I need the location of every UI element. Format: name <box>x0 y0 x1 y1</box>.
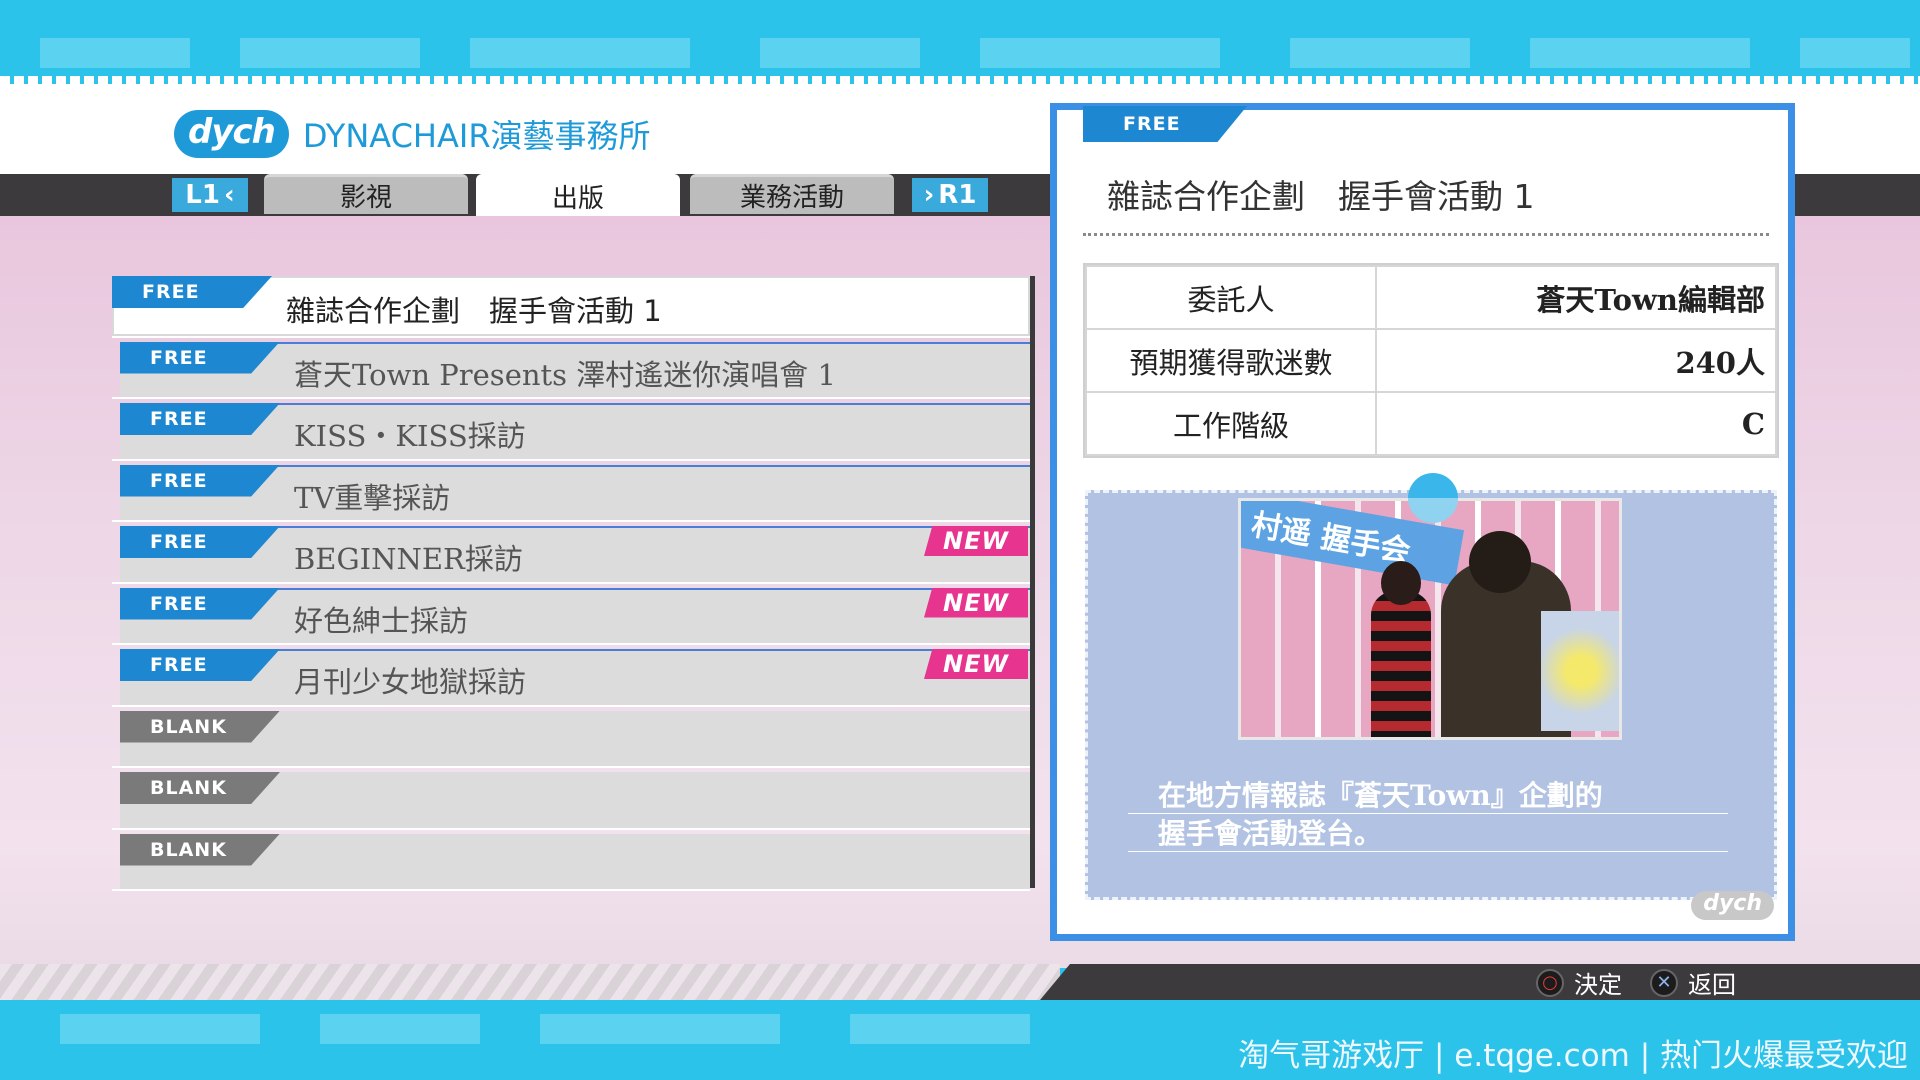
info-row-client: 委託人 蒼天Town編輯部 <box>1085 265 1777 330</box>
dych-logo: dych <box>174 110 289 158</box>
band-block <box>40 38 190 68</box>
row-top-line <box>242 711 1030 713</box>
cross-button-icon: ✕ <box>1650 968 1678 997</box>
band-block <box>760 38 920 68</box>
band-block <box>1530 38 1750 68</box>
row-top-line <box>242 403 1030 405</box>
job-list-item[interactable]: FREE TV重擊採訪 <box>112 461 1030 522</box>
job-list-item[interactable]: FREE KISS・KISS採訪 <box>112 399 1030 461</box>
row-top-line <box>242 341 1030 344</box>
new-tag: NEW <box>924 526 1028 556</box>
top-dashed-stripe <box>0 76 1920 84</box>
band-block <box>540 1014 780 1044</box>
text-rule <box>1128 851 1728 852</box>
pin-icon <box>1408 473 1458 523</box>
tab-label: 業務活動 <box>739 183 844 213</box>
description-text: 在地方情報誌『蒼天Town』企劃的 握手會活動登台。 <box>1158 777 1603 853</box>
job-list-item[interactable]: FREE BEGINNER採訪 NEW <box>112 522 1030 584</box>
job-list-item[interactable]: FREE 蒼天Town Presents 澤村遙迷你演唱會 1 <box>112 338 1030 399</box>
row-top-line <box>242 772 1030 774</box>
band-block <box>1290 38 1470 68</box>
tab-label: 出版 <box>551 184 604 214</box>
info-key: 預期獲得歌迷數 <box>1085 328 1377 393</box>
row-top-line <box>242 834 1030 836</box>
description-box: 村遥 握手会 在地方情報誌『蒼天Town』企劃的 握手會活動登台。 <box>1085 473 1777 900</box>
info-row-rank: 工作階級 C <box>1085 391 1777 456</box>
watermark: 淘气哥游戏厅 | e.tqge.com | 热门火爆最受欢迎 <box>1238 1038 1908 1074</box>
job-list-item[interactable]: FREE 好色紳士採訪 NEW <box>112 584 1030 645</box>
band-block <box>60 1014 260 1044</box>
band-block <box>470 38 690 68</box>
photo-idol-figure <box>1371 591 1431 737</box>
band-block <box>980 38 1220 68</box>
job-photo: 村遥 握手会 <box>1238 498 1622 740</box>
band-block <box>320 1014 480 1044</box>
row-top-line <box>242 649 1030 651</box>
tab-label: 影視 <box>339 183 392 213</box>
r1-button[interactable]: › R1 <box>912 178 988 212</box>
row-top-line <box>242 464 1030 467</box>
company-name: DYNACHAIR演藝事務所 <box>302 117 651 155</box>
chevron-left-icon: ‹ <box>223 180 235 210</box>
detail-title: 雜誌合作企劃 握手會活動 1 <box>1107 177 1535 216</box>
job-slot-blank[interactable]: BLANK <box>112 830 1030 891</box>
tab-publishing[interactable]: 出版 <box>476 174 680 216</box>
band-block <box>1800 38 1910 68</box>
band-block <box>850 1014 1030 1044</box>
photo-flowers <box>1541 611 1619 731</box>
job-title: 蒼天Town Presents 澤村遙迷你演唱會 1 <box>294 357 836 392</box>
circle-button-icon: ○ <box>1536 968 1564 997</box>
info-value: 蒼天Town編輯部 <box>1375 265 1777 330</box>
info-key: 委託人 <box>1085 265 1377 330</box>
photo-idol-head <box>1381 561 1421 605</box>
row-top-line <box>242 587 1030 590</box>
tab-business[interactable]: 業務活動 <box>690 174 894 214</box>
info-row-fans: 預期獲得歌迷數 240人 <box>1085 328 1777 393</box>
job-title: TV重擊採訪 <box>294 480 451 515</box>
description-line: 在地方情報誌『蒼天Town』企劃的 <box>1158 779 1603 812</box>
button-prompts: ○ 決定 ✕ 返回 <box>1536 965 1754 1000</box>
dych-corner-logo: dych <box>1691 891 1774 920</box>
info-table: 委託人 蒼天Town編輯部 預期獲得歌迷數 240人 工作階級 C <box>1085 265 1777 456</box>
job-list: FREE 雜誌合作企劃 握手會活動 1 FREE 蒼天Town Presents 澤村… <box>112 276 1030 891</box>
info-key: 工作階級 <box>1085 391 1377 456</box>
list-scrollbar[interactable] <box>1030 276 1035 888</box>
dotted-divider <box>1083 233 1769 236</box>
l1-button[interactable]: L1 ‹ <box>172 178 248 212</box>
chevron-right-icon: › <box>923 180 935 210</box>
bottom-hatch <box>0 964 1060 1000</box>
detail-free-badge: FREE <box>1083 106 1247 142</box>
info-value: C <box>1375 391 1777 456</box>
row-top-line <box>242 526 1030 528</box>
tab-film[interactable]: 影視 <box>264 174 468 214</box>
job-detail-panel: FREE 雜誌合作企劃 握手會活動 1 委託人 蒼天Town編輯部 預期獲得歌迷… <box>1050 103 1795 941</box>
job-title: 月刊少女地獄採訪 <box>294 665 527 699</box>
job-title: BEGINNER採訪 <box>294 542 523 576</box>
controls-bar <box>1040 964 1920 1000</box>
text-rule <box>1128 813 1728 814</box>
right-bar <box>1780 174 1920 216</box>
job-slot-blank[interactable]: BLANK <box>112 707 1030 768</box>
back-button[interactable]: 返回 <box>1688 965 1736 1000</box>
new-tag: NEW <box>924 649 1028 679</box>
job-title: 好色紳士採訪 <box>294 603 469 638</box>
r1-label: R1 <box>938 180 977 210</box>
new-tag: NEW <box>924 587 1028 618</box>
job-list-item[interactable]: FREE 月刊少女地獄採訪 NEW <box>112 645 1030 707</box>
l1-label: L1 <box>185 180 220 210</box>
description-line: 握手會活動登台。 <box>1158 817 1383 850</box>
info-value: 240人 <box>1375 328 1777 393</box>
band-block <box>240 38 420 68</box>
job-title: KISS・KISS採訪 <box>294 419 526 453</box>
photo-fan-head <box>1469 531 1531 593</box>
job-list-item[interactable]: FREE 雜誌合作企劃 握手會活動 1 <box>112 276 1030 338</box>
top-band <box>0 0 1920 80</box>
job-slot-blank[interactable]: BLANK <box>112 768 1030 830</box>
job-title: 雜誌合作企劃 握手會活動 1 <box>286 294 662 328</box>
confirm-button[interactable]: 決定 <box>1574 965 1622 1000</box>
company-logo: dych DYNACHAIR演藝事務所 <box>174 110 651 158</box>
